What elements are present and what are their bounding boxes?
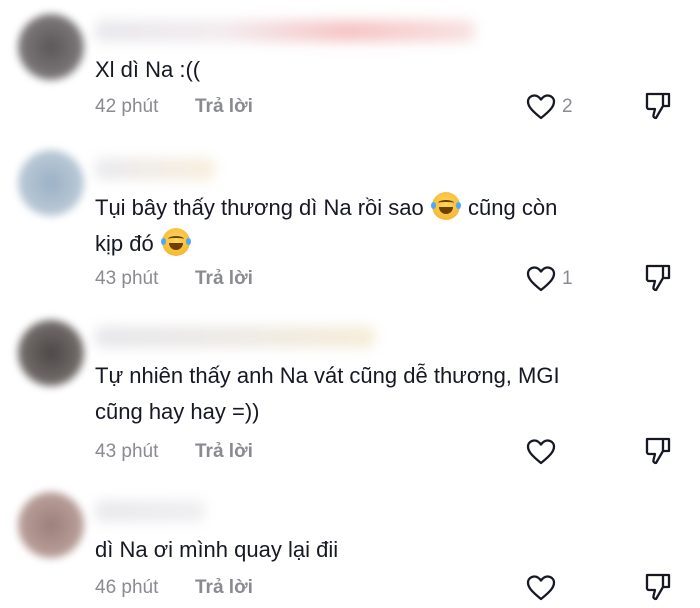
heart-outline-icon[interactable]	[526, 265, 556, 293]
like-count: 1	[562, 268, 573, 289]
comment-text-line1: Tụi bây thấy thương dì Na rồi sao	[95, 195, 424, 220]
comment-text-line2: kịp đó	[95, 231, 154, 256]
username-blurred[interactable]	[95, 20, 475, 42]
username-blurred[interactable]	[95, 326, 375, 348]
timestamp: 42 phút	[95, 96, 159, 117]
heart-outline-icon[interactable]	[526, 93, 556, 121]
timestamp: 43 phút	[95, 268, 159, 289]
timestamp: 43 phút	[95, 441, 159, 462]
avatar[interactable]	[18, 320, 84, 386]
thumbs-down-icon[interactable]	[643, 572, 673, 602]
username-blurred[interactable]	[95, 500, 205, 522]
comment-text: Tự nhiên thấy anh Na vát cũng dễ thương,…	[95, 358, 655, 430]
avatar[interactable]	[18, 150, 84, 216]
reply-button[interactable]: Trả lời	[195, 268, 253, 290]
thumbs-down-icon[interactable]	[643, 91, 673, 121]
timestamp: 46 phút	[95, 577, 159, 598]
like-count: 2	[562, 96, 573, 117]
face-with-tears-of-joy-icon	[160, 228, 191, 256]
heart-outline-icon[interactable]	[526, 574, 556, 602]
thumbs-down-icon[interactable]	[643, 263, 673, 293]
reply-button[interactable]: Trả lời	[195, 441, 253, 463]
face-with-tears-of-joy-icon	[430, 192, 461, 220]
comment-text: dì Na ơi mình quay lại đii	[95, 537, 339, 562]
reply-button[interactable]: Trả lời	[195, 577, 253, 599]
comment-text-line1-tail: cũng còn	[468, 195, 558, 220]
avatar[interactable]	[18, 14, 84, 80]
comment-text-line2: cũng hay hay =))	[95, 399, 260, 424]
avatar[interactable]	[18, 492, 84, 558]
heart-outline-icon[interactable]	[526, 438, 556, 466]
comment-text: Tụi bây thấy thương dì Na rồi sao cũng c…	[95, 190, 655, 262]
thumbs-down-icon[interactable]	[643, 436, 673, 466]
comment-text: Xl dì Na :((	[95, 57, 201, 82]
username-blurred[interactable]	[95, 158, 215, 180]
reply-button[interactable]: Trả lời	[195, 96, 253, 118]
comment-text-line1: Tự nhiên thấy anh Na vát cũng dễ thương,…	[95, 363, 560, 388]
